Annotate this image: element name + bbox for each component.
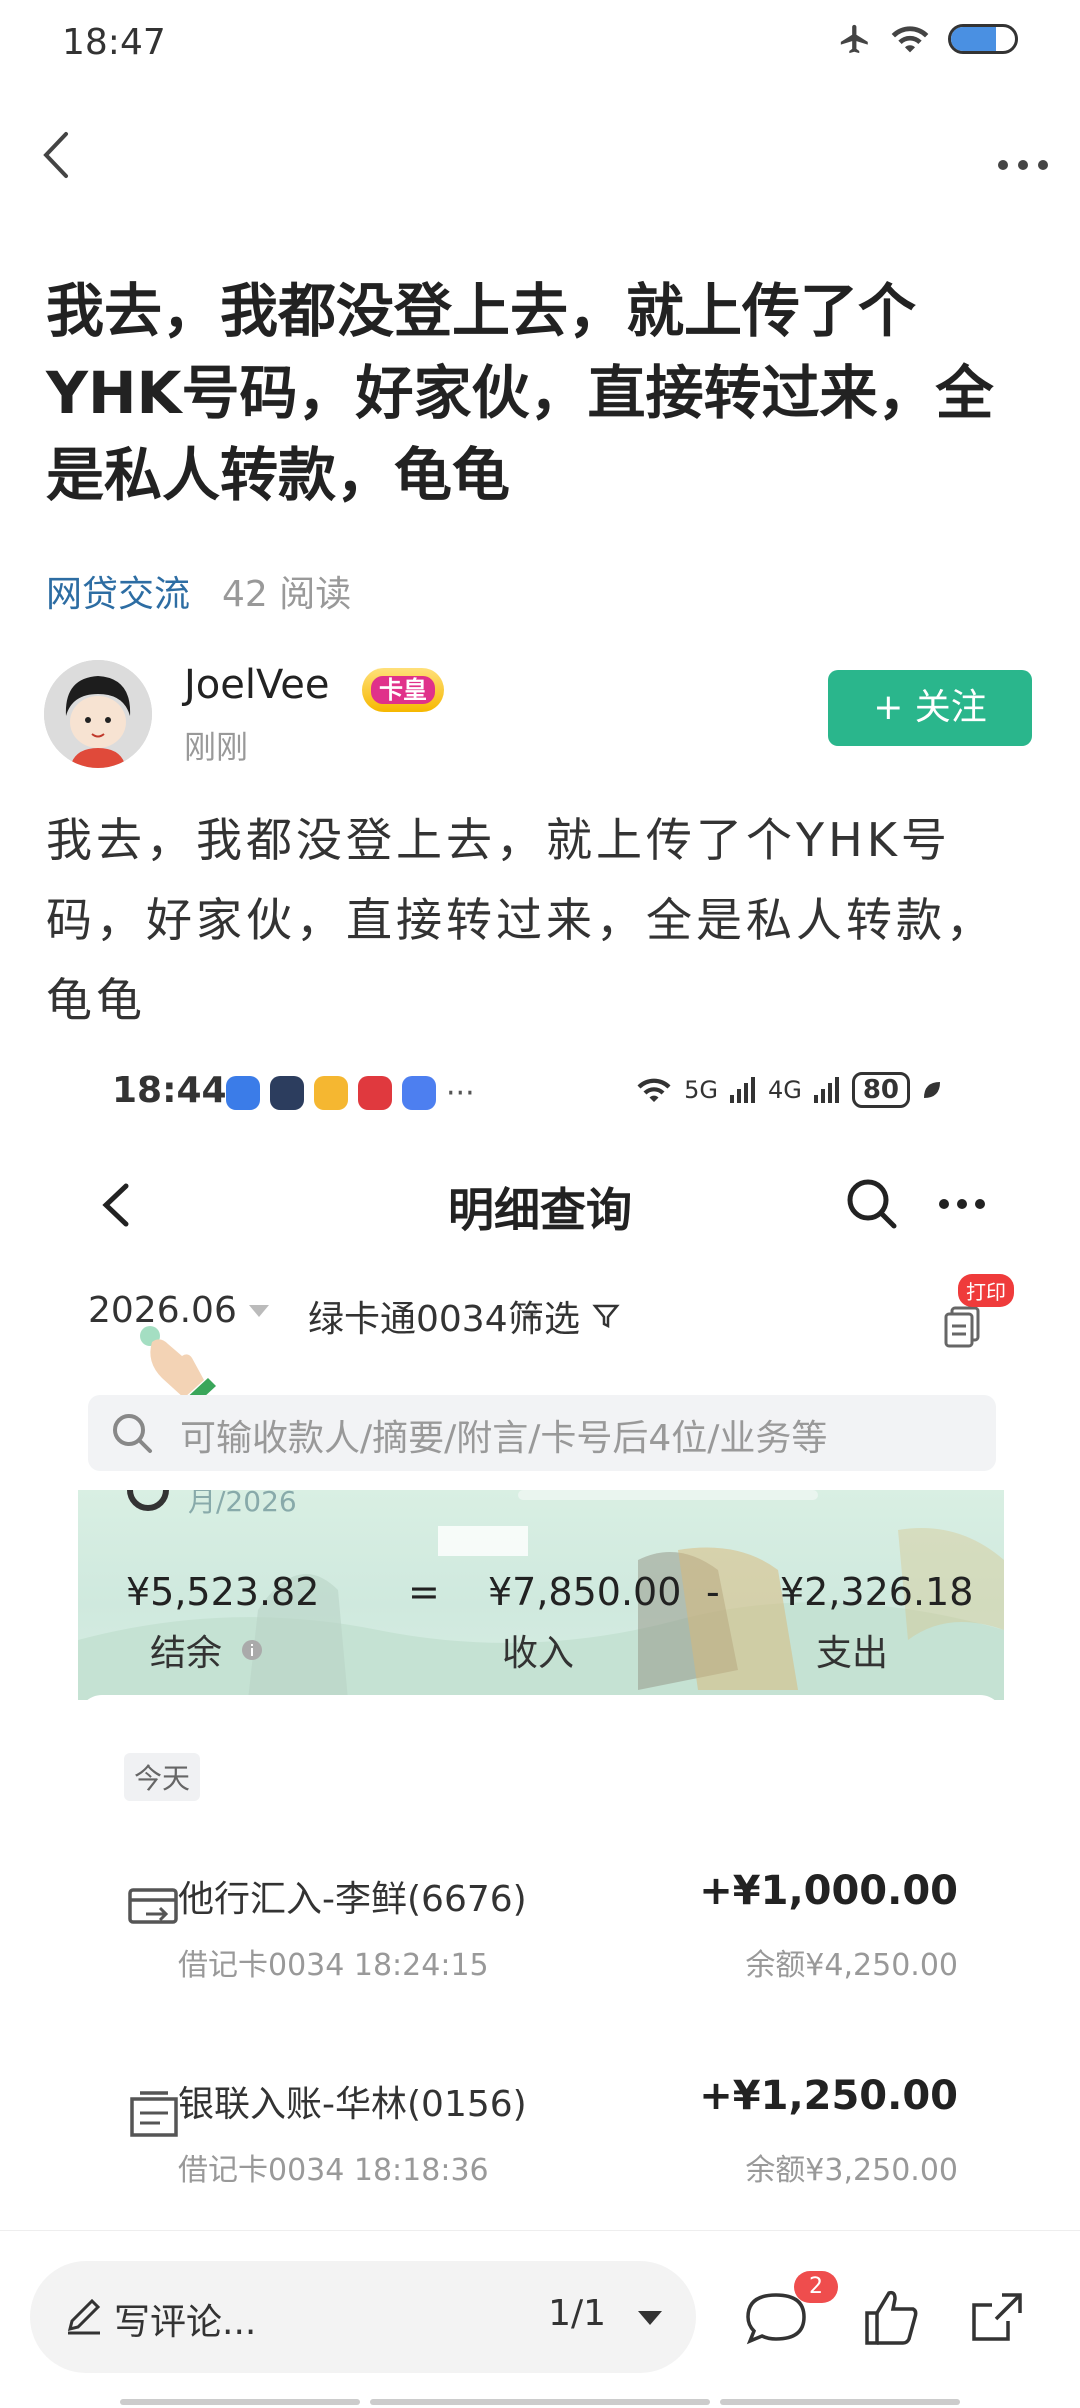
follow-button[interactable]: + 关注 [828, 670, 1032, 746]
receipt-icon [130, 2091, 178, 2137]
embedded-notification-icons: ··· [226, 1076, 475, 1111]
page-indicator[interactable]: 1/1 [548, 2293, 606, 2334]
print-tag: 打印 [958, 1274, 1014, 1307]
transaction-amount: +¥1,250.00 [699, 2073, 958, 2119]
transaction-name: 银联入账-华林(0156) [178, 2084, 527, 2125]
avatar[interactable] [44, 660, 152, 768]
transaction-list: 今天 他行汇入-李鲜(6676) 借记卡0034 18:24:15 +¥1,00… [78, 1695, 1004, 2230]
badge-label: 卡皇 [371, 676, 435, 704]
signal-icon [813, 1077, 839, 1103]
transaction-name: 他行汇入-李鲜(6676) [178, 1879, 527, 1920]
more-options-button[interactable] [988, 120, 1058, 190]
info-icon[interactable] [240, 1638, 264, 1662]
app-icon [270, 1076, 304, 1110]
app-icon [402, 1076, 436, 1110]
expense-label: 支出 [816, 1633, 889, 1674]
chevron-down-icon [248, 1304, 269, 1317]
chevron-down-icon[interactable] [638, 2311, 662, 2325]
read-count: 42 阅读 [222, 574, 352, 615]
post-meta: 网贷交流 42 阅读 [46, 565, 351, 617]
expense-value: ¥2,326.18 [780, 1570, 974, 1614]
status-icons [838, 22, 1018, 56]
embedded-status-right: 5G 4G 80 [634, 1072, 944, 1108]
more-horizontal-icon[interactable] [930, 1172, 994, 1236]
app-icon [314, 1076, 348, 1110]
top-nav [0, 110, 1080, 200]
attached-screenshot[interactable]: 18:44 ··· 5G 4G 80 明细查询 2026.06 绿卡通0034 … [46, 1050, 1034, 2230]
like-icon[interactable] [855, 2281, 927, 2353]
transaction-detail: 借记卡0034 18:24:15 [178, 1948, 489, 1983]
embedded-status-time: 18:44 [112, 1070, 227, 1111]
comment-placeholder: 写评论... [114, 2302, 257, 2343]
network-4g-label: 4G [767, 1076, 802, 1104]
crown-badge-icon: 卡皇 [362, 668, 444, 712]
battery-icon [948, 24, 1018, 54]
airplane-icon [840, 24, 868, 54]
filter-button[interactable]: 筛选 [508, 1290, 620, 1342]
transaction-balance: 余额¥3,250.00 [745, 2153, 958, 2188]
search-input[interactable]: 可输收款人/摘要/附言/卡号后4位/业务等 [88, 1395, 996, 1471]
more-notifications: ··· [446, 1076, 475, 1111]
pencil-icon [67, 2298, 101, 2335]
transaction-row[interactable]: 他行汇入-李鲜(6676) 借记卡0034 18:24:15 +¥1,000.0… [78, 1868, 1004, 2000]
period-label: 月/2026 [188, 1490, 297, 1518]
home-indicator [120, 2399, 360, 2405]
avatar-image [44, 660, 152, 768]
back-button[interactable] [24, 120, 94, 190]
post-time: 刚刚 [184, 728, 249, 766]
minus-sign: - [706, 1570, 720, 1614]
post-body: 我去，我都没登上去，就上传了个YHK号码，好家伙，直接转过来，全是私人转款，龟龟 [46, 813, 996, 1027]
author-name[interactable]: JoelVee [184, 662, 329, 708]
embedded-header: 明细查询 [46, 1160, 1034, 1250]
network-5g-label: 5G [684, 1076, 718, 1104]
embedded-status-bar: 18:44 ··· 5G 4G 80 [46, 1070, 1034, 1130]
signal-icon [729, 1077, 755, 1103]
category-link[interactable]: 网贷交流 [46, 565, 190, 617]
transaction-row[interactable]: 银联入账-华林(0156) 借记卡0034 18:18:36 +¥1,250.0… [78, 2073, 1004, 2205]
balance-value: ¥5,523.82 [126, 1570, 320, 1614]
status-bar: 18:47 [0, 0, 1080, 84]
home-indicator [370, 2399, 710, 2405]
comment-input[interactable]: 写评论... 1/1 [30, 2261, 696, 2373]
transfer-icon [128, 1888, 178, 1924]
income-value: ¥7,850.00 [488, 1570, 682, 1614]
comment-count-badge: 2 [794, 2271, 838, 2303]
print-button[interactable]: 打印 [938, 1274, 1014, 1348]
card-label: 绿卡通0034 [308, 1299, 508, 1340]
funnel-icon [592, 1304, 620, 1329]
app-icon [226, 1076, 260, 1110]
balance-label: 结余 [150, 1633, 223, 1674]
wifi-icon [637, 1078, 671, 1102]
search-placeholder: 可输收款人/摘要/附言/卡号后4位/业务等 [180, 1418, 828, 1459]
app-icon [358, 1076, 392, 1110]
share-icon[interactable] [962, 2281, 1034, 2353]
transaction-detail: 借记卡0034 18:18:36 [178, 2153, 489, 2188]
equals-sign: = [408, 1570, 440, 1614]
bottom-action-bar: 写评论... 1/1 2 [0, 2230, 1080, 2408]
date-group-label: 今天 [124, 1753, 201, 1801]
summary-values: ¥5,523.82 = ¥7,850.00 - ¥2,326.18 [78, 1570, 1004, 1620]
summary-card: 月/2026 ¥5,523.82 = ¥7,850.00 - ¥2,326.18… [78, 1490, 1004, 1700]
wifi-icon [891, 26, 929, 53]
author-row: JoelVee 卡皇 刚刚 + 关注 [44, 660, 1044, 770]
transaction-balance: 余额¥4,250.00 [745, 1948, 958, 1983]
battery-level: 80 [851, 1072, 910, 1108]
post-title: 我去，我都没登上去，就上传了个YHK号码，好家伙，直接转过来，全是私人转款，龟龟 [46, 277, 994, 509]
income-label: 收入 [502, 1633, 575, 1674]
filter-label: 筛选 [508, 1299, 581, 1340]
card-filter[interactable]: 绿卡通0034 [308, 1290, 540, 1342]
home-indicator [720, 2399, 960, 2405]
search-icon [113, 1414, 152, 1453]
leaf-icon [924, 1082, 940, 1098]
search-icon[interactable] [840, 1172, 904, 1236]
status-time: 18:47 [62, 22, 166, 63]
transaction-amount: +¥1,000.00 [699, 1868, 958, 1914]
filter-row: 2026.06 绿卡通0034 筛选 打印 [88, 1274, 1018, 1350]
